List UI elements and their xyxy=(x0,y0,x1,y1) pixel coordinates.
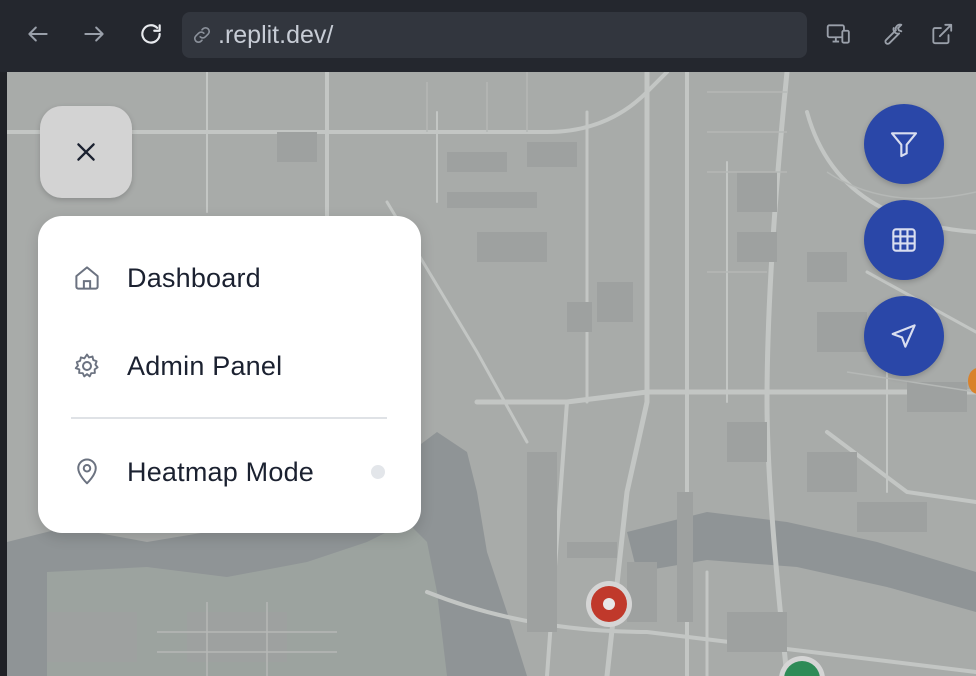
browser-toolbar: .replit.dev/ xyxy=(0,0,976,72)
home-icon xyxy=(72,263,102,293)
forward-button[interactable] xyxy=(76,16,112,52)
navigation-icon xyxy=(891,324,916,348)
menu-item-label: Heatmap Mode xyxy=(127,456,314,487)
devices-button[interactable] xyxy=(820,16,856,52)
nav-menu: Dashboard Admin Panel Heatmap Mode xyxy=(38,216,421,533)
grid-icon xyxy=(892,228,916,252)
link-icon xyxy=(190,23,214,47)
menu-item-label: Dashboard xyxy=(127,262,261,293)
arrow-right-icon xyxy=(84,26,104,42)
filter-button[interactable] xyxy=(864,104,944,184)
close-icon xyxy=(77,143,95,161)
close-menu-button[interactable] xyxy=(40,106,132,198)
wrench-icon xyxy=(884,23,903,45)
back-button[interactable] xyxy=(20,16,56,52)
url-text: .replit.dev/ xyxy=(218,20,334,49)
filter-icon xyxy=(890,132,918,158)
reload-icon xyxy=(141,24,161,44)
arrow-left-icon xyxy=(28,26,48,42)
map-pin-icon xyxy=(72,457,102,487)
heatmap-toggle-indicator[interactable] xyxy=(371,465,385,479)
page-viewport: Dashboard Admin Panel Heatmap Mode xyxy=(7,72,976,676)
map-marker[interactable] xyxy=(586,581,632,627)
menu-divider xyxy=(71,417,387,419)
gear-icon xyxy=(72,351,102,381)
open-external-button[interactable] xyxy=(924,16,960,52)
url-bar[interactable]: .replit.dev/ xyxy=(182,12,807,58)
external-link-icon xyxy=(932,23,953,45)
menu-item-admin-panel[interactable]: Admin Panel xyxy=(72,344,282,388)
reload-button[interactable] xyxy=(133,16,169,52)
menu-item-label: Admin Panel xyxy=(127,350,283,381)
devices-icon xyxy=(826,24,850,44)
menu-item-dashboard[interactable]: Dashboard xyxy=(72,256,261,300)
navigate-button[interactable] xyxy=(864,296,944,376)
grid-button[interactable] xyxy=(864,200,944,280)
tools-button[interactable] xyxy=(873,16,909,52)
menu-item-heatmap-mode[interactable]: Heatmap Mode xyxy=(72,450,314,494)
